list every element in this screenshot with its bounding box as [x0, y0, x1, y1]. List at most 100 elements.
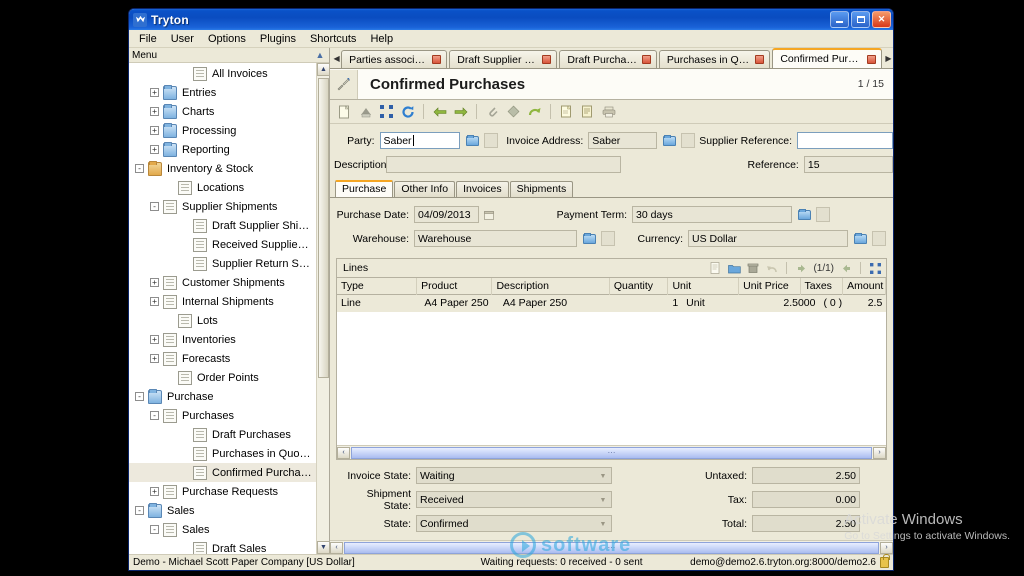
close-button[interactable]: ✕	[872, 11, 891, 28]
report-icon[interactable]	[557, 102, 576, 121]
sidebar-item-draft-sales[interactable]: Draft Sales	[129, 539, 316, 554]
tab-parties-associated[interactable]: Parties associated ...	[341, 50, 448, 68]
form-scroll-right-icon[interactable]: ›	[880, 541, 893, 554]
sidebar-item-processing[interactable]: + Processing	[129, 121, 316, 140]
party-open-icon[interactable]	[464, 132, 481, 149]
sidebar-item-all-invoices[interactable]: All Invoices	[129, 64, 316, 83]
tab-scroll-right-icon[interactable]: ▶	[884, 49, 893, 68]
form-scroll-left-icon[interactable]: ‹	[330, 541, 343, 554]
tab-purchases-in-quotation[interactable]: Purchases in Quota ...	[658, 50, 771, 68]
collapse-pane-icon[interactable]: ▲	[313, 48, 327, 62]
collapse-icon[interactable]: -	[135, 392, 144, 401]
sidebar-item-purchases[interactable]: - Purchases	[129, 406, 316, 425]
sidebar-item-sales[interactable]: - Sales	[129, 520, 316, 539]
expand-icon[interactable]: +	[150, 354, 159, 363]
calendar-icon[interactable]	[482, 208, 496, 222]
warehouse-input[interactable]: Warehouse	[414, 230, 577, 247]
expand-icon[interactable]: +	[150, 126, 159, 135]
sidebar-item-inventory-stock[interactable]: - Inventory & Stock	[129, 159, 316, 178]
column-header-amount[interactable]: Amount	[843, 277, 886, 295]
menu-item-user[interactable]: User	[164, 31, 201, 47]
sidebar-item-draft-purchases[interactable]: Draft Purchases	[129, 425, 316, 444]
attachment-icon[interactable]	[483, 102, 502, 121]
payment-term-input[interactable]: 30 days	[632, 206, 792, 223]
sidebar-item-charts[interactable]: + Charts	[129, 102, 316, 121]
state-select[interactable]: Confirmed ▼	[416, 515, 612, 532]
sidebar-item-confirmed-purchases[interactable]: Confirmed Purchases	[129, 463, 316, 482]
expand-icon[interactable]: +	[150, 487, 159, 496]
column-header-product[interactable]: Product	[417, 277, 493, 295]
warehouse-open-icon[interactable]	[581, 230, 598, 247]
sidebar-item-supplier-shipments[interactable]: - Supplier Shipments	[129, 197, 316, 216]
collapse-icon[interactable]: -	[135, 164, 144, 173]
collapse-icon[interactable]: -	[150, 525, 159, 534]
shipment-state-select[interactable]: Received ▼	[416, 491, 612, 508]
scroll-up-icon[interactable]: ▲	[317, 63, 330, 76]
payment-term-clear-button[interactable]	[816, 207, 830, 222]
lines-scroll-thumb[interactable]: ⋯	[351, 446, 872, 459]
sidebar-item-internal-shipments[interactable]: + Internal Shipments	[129, 292, 316, 311]
line-new-icon[interactable]	[707, 260, 723, 276]
maximize-button[interactable]	[851, 11, 870, 28]
minimize-button[interactable]	[830, 11, 849, 28]
lines-horizontal-scrollbar[interactable]: ‹ ⋯ ›	[337, 445, 886, 459]
tab-other-info[interactable]: Other Info	[394, 181, 456, 197]
description-input[interactable]	[386, 156, 622, 173]
collapse-icon[interactable]: -	[150, 202, 159, 211]
sidebar-item-customer-shipments[interactable]: + Customer Shipments	[129, 273, 316, 292]
sidebar-item-lots[interactable]: Lots	[129, 311, 316, 330]
scroll-thumb[interactable]	[318, 78, 329, 378]
menu-item-shortcuts[interactable]: Shortcuts	[303, 31, 363, 47]
chevron-down-icon[interactable]: ▼	[597, 518, 609, 530]
sidebar-item-entries[interactable]: + Entries	[129, 83, 316, 102]
switch-view-icon[interactable]	[377, 102, 396, 121]
sidebar-item-locations[interactable]: Locations	[129, 178, 316, 197]
sidebar-item-sales[interactable]: - Sales	[129, 501, 316, 520]
column-header-taxes[interactable]: Taxes	[801, 277, 844, 295]
expand-icon[interactable]: +	[150, 145, 159, 154]
sidebar-item-reporting[interactable]: + Reporting	[129, 140, 316, 159]
payment-term-open-icon[interactable]	[796, 206, 813, 223]
lines-scroll-left-icon[interactable]: ‹	[337, 446, 350, 459]
tab-close-icon[interactable]	[542, 55, 552, 64]
column-header-unit[interactable]: Unit	[668, 277, 740, 295]
sidebar-item-purchase-requests[interactable]: + Purchase Requests	[129, 482, 316, 501]
scroll-down-icon[interactable]: ▼	[317, 541, 330, 554]
lines-scroll-right-icon[interactable]: ›	[873, 446, 886, 459]
lines-prev-icon[interactable]	[793, 260, 809, 276]
sidebar-item-forecasts[interactable]: + Forecasts	[129, 349, 316, 368]
party-clear-button[interactable]	[483, 133, 498, 148]
line-undo-icon[interactable]	[764, 260, 780, 276]
invoice-state-select[interactable]: Waiting ▼	[416, 467, 612, 484]
collapse-icon[interactable]: -	[135, 506, 144, 515]
menu-scrollbar[interactable]: ▲ ▼	[316, 63, 330, 554]
sidebar-item-supplier-return-shipments[interactable]: Supplier Return Shipments	[129, 254, 316, 273]
email-icon[interactable]	[578, 102, 597, 121]
print-icon[interactable]	[599, 102, 618, 121]
sidebar-item-purchases-in-quotation[interactable]: Purchases in Quotation	[129, 444, 316, 463]
tab-draft-supplier-shipments[interactable]: Draft Supplier Ship ...	[449, 50, 558, 68]
line-delete-icon[interactable]	[745, 260, 761, 276]
currency-open-icon[interactable]	[852, 230, 869, 247]
menu-item-plugins[interactable]: Plugins	[253, 31, 303, 47]
currency-clear-button[interactable]	[872, 231, 886, 246]
expand-icon[interactable]: +	[150, 297, 159, 306]
sidebar-item-inventories[interactable]: + Inventories	[129, 330, 316, 349]
purchase-date-input[interactable]: 04/09/2013	[414, 206, 479, 223]
column-header-quantity[interactable]: Quantity	[610, 277, 669, 295]
menu-item-help[interactable]: Help	[363, 31, 400, 47]
tab-confirmed-purchases[interactable]: Confirmed Purchas ...	[772, 48, 882, 68]
tab-scroll-left-icon[interactable]: ◀	[332, 49, 341, 68]
relate-icon[interactable]	[525, 102, 544, 121]
lines-next-icon[interactable]	[838, 260, 854, 276]
reload-icon[interactable]	[398, 102, 417, 121]
warehouse-clear-button[interactable]	[601, 231, 615, 246]
tab-close-icon[interactable]	[641, 55, 651, 64]
chevron-down-icon[interactable]: ▼	[597, 470, 609, 482]
invoice-address-input[interactable]: Saber	[588, 132, 657, 149]
currency-input[interactable]: US Dollar	[688, 230, 848, 247]
previous-record-icon[interactable]	[430, 102, 449, 121]
tab-draft-purchases[interactable]: Draft Purchases ...	[559, 50, 657, 68]
expand-icon[interactable]: +	[150, 335, 159, 344]
collapse-icon[interactable]: -	[150, 411, 159, 420]
